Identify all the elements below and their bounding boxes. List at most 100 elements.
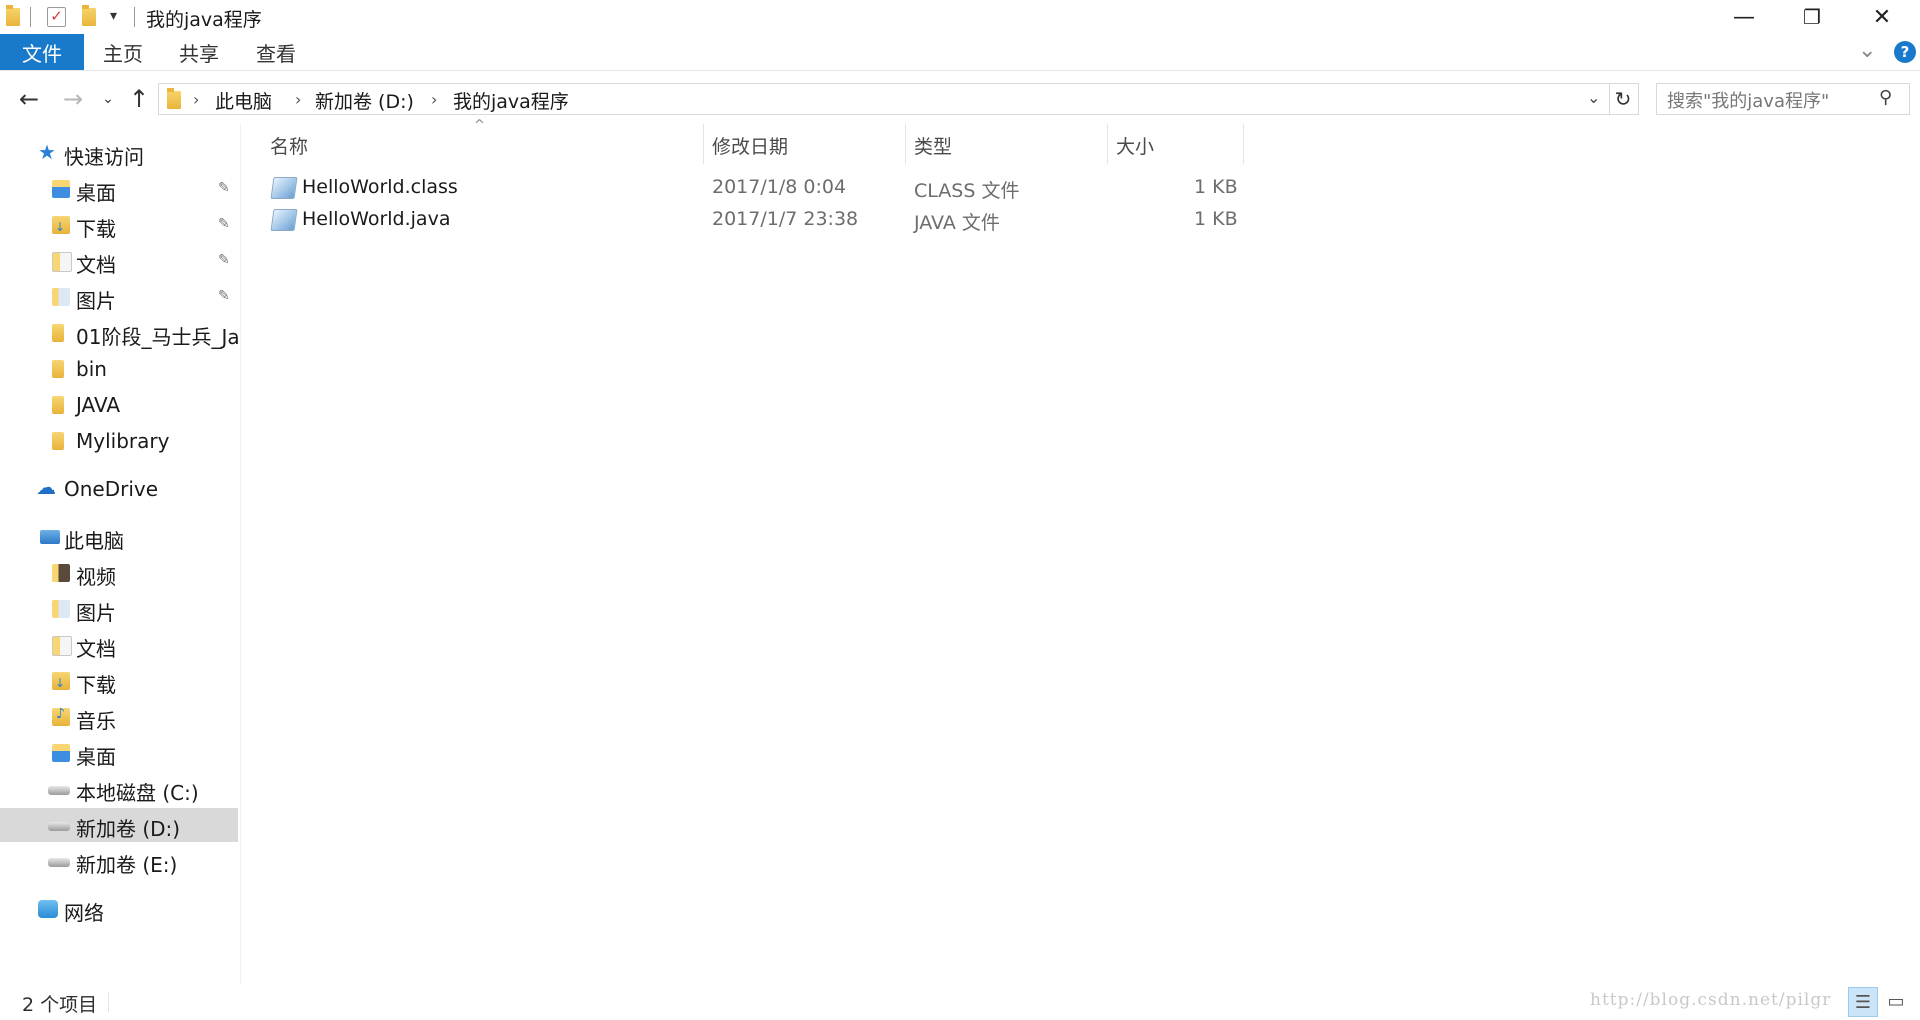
sidebar-item-pc-documents[interactable]: 文档 [0, 628, 240, 662]
search-icon[interactable]: ⚲ [1879, 87, 1892, 108]
new-folder-icon[interactable] [82, 5, 96, 26]
download-arrow-icon: ↓ [55, 220, 66, 234]
column-header-size[interactable]: 大小 [1108, 124, 1246, 166]
drive-icon [48, 822, 70, 831]
tab-home[interactable]: 主页 [90, 34, 156, 70]
desktop-folder-icon [52, 744, 70, 762]
sidebar-item-drive-d[interactable]: 新加卷 (D:) [0, 808, 238, 842]
item-count: 2 个项目 [22, 994, 98, 1016]
sidebar-item-label: 快速访问 [64, 145, 144, 169]
folder-icon [52, 324, 64, 342]
divider [134, 7, 135, 27]
refresh-button[interactable]: ↻ [1608, 83, 1639, 115]
desktop-folder-icon [52, 180, 70, 198]
window-title: 我的java程序 [146, 9, 262, 31]
sidebar-item-java[interactable]: JAVA [0, 388, 240, 422]
documents-folder-icon [52, 252, 72, 272]
music-note-icon: ♪ [56, 706, 65, 722]
forward-button[interactable]: → [58, 84, 88, 114]
chevron-right-icon[interactable]: › [431, 90, 437, 109]
sidebar-item-drive-c[interactable]: 本地磁盘 (C:) [0, 772, 240, 806]
windows-drive-icon [48, 786, 70, 795]
sidebar-item-this-pc[interactable]: 此电脑 [0, 520, 240, 554]
sidebar-item-label: 图片 [76, 601, 116, 625]
sidebar-item-label: JAVA [76, 393, 121, 417]
breadcrumb-this-pc[interactable]: 此电脑 [215, 87, 272, 114]
sidebar-item-label: 本地磁盘 (C:) [76, 781, 199, 805]
tab-share[interactable]: 共享 [166, 34, 232, 70]
sidebar-item-label: 网络 [64, 901, 104, 925]
restore-button[interactable]: ❐ [1784, 0, 1840, 34]
sidebar-item-drive-e[interactable]: 新加卷 (E:) [0, 844, 240, 878]
sidebar-item-label: 此电脑 [64, 529, 124, 553]
sidebar-item-label: 下载 [76, 217, 116, 241]
sidebar-item-label: 桌面 [76, 745, 116, 769]
computer-icon [40, 530, 60, 544]
sidebar-item-desktop[interactable]: 桌面 ✎ [0, 172, 240, 206]
sidebar-item-label: 新加卷 (D:) [76, 817, 181, 841]
large-icons-view-button[interactable]: ▭ [1882, 987, 1910, 1015]
expand-ribbon-icon[interactable]: ⌄ [1858, 38, 1876, 63]
file-icon [270, 209, 298, 231]
chevron-right-icon[interactable]: › [295, 90, 301, 109]
column-header-date[interactable]: 修改日期 [704, 124, 912, 166]
tab-view[interactable]: 查看 [242, 34, 310, 70]
properties-icon[interactable]: ✓ [47, 7, 66, 27]
sidebar-item-label: Mylibrary [76, 429, 170, 453]
help-icon[interactable]: ? [1894, 41, 1916, 63]
pictures-folder-icon [52, 600, 70, 618]
sidebar-item-mylibrary[interactable]: Mylibrary [0, 424, 240, 458]
close-button[interactable]: ✕ [1854, 0, 1910, 34]
sidebar-item-onedrive[interactable]: ☁ OneDrive [0, 472, 240, 506]
up-button[interactable]: ↑ [124, 84, 154, 114]
column-header-type[interactable]: 类型 [906, 124, 1114, 166]
pictures-folder-icon [52, 288, 70, 306]
file-type: JAVA 文件 [914, 212, 1000, 234]
folder-icon [167, 88, 181, 109]
table-row[interactable]: HelloWorld.class 2017/1/8 0:04 CLASS 文件 … [262, 172, 1242, 204]
pin-icon[interactable]: ✎ [218, 216, 230, 232]
breadcrumb-drive-d[interactable]: 新加卷 (D:) [315, 87, 414, 114]
back-button[interactable]: ← [14, 84, 44, 114]
sidebar-item-pc-desktop[interactable]: 桌面 [0, 736, 240, 770]
sidebar-item-folder-01[interactable]: 01阶段_马士兵_Java [0, 316, 240, 350]
breadcrumb-current-folder[interactable]: 我的java程序 [453, 87, 569, 114]
videos-folder-icon [52, 564, 70, 582]
sidebar-item-bin[interactable]: bin [0, 352, 240, 386]
sidebar-item-label: 图片 [76, 289, 116, 313]
file-name: HelloWorld.java [302, 208, 451, 230]
cloud-icon: ☁ [36, 475, 56, 499]
details-view-button[interactable]: ☰ [1848, 987, 1878, 1017]
pin-icon[interactable]: ✎ [218, 180, 230, 196]
sidebar-item-network[interactable]: 网络 [0, 892, 240, 926]
table-row[interactable]: HelloWorld.java 2017/1/7 23:38 JAVA 文件 1… [262, 204, 1242, 236]
search-box[interactable]: 搜索"我的java程序" ⚲ [1656, 83, 1910, 115]
sidebar-item-music[interactable]: ♪ 音乐 [0, 700, 240, 734]
recent-locations-dropdown-icon[interactable]: ⌄ [98, 84, 118, 114]
star-icon: ★ [38, 140, 56, 164]
address-bar[interactable]: › 此电脑 › 新加卷 (D:) › 我的java程序 ⌄ [158, 83, 1610, 115]
sidebar-item-label: 音乐 [76, 709, 116, 733]
address-history-dropdown-icon[interactable]: ⌄ [1587, 88, 1600, 107]
tab-file[interactable]: 文件 [0, 34, 84, 70]
column-header-name[interactable]: 名称 [262, 124, 710, 166]
sidebar-item-pc-downloads[interactable]: ↓ 下载 [0, 664, 240, 698]
quick-access-toolbar-dropdown-icon[interactable]: ▾ [110, 8, 117, 24]
file-icon [270, 177, 298, 199]
search-input[interactable]: 搜索"我的java程序" [1667, 87, 1829, 113]
documents-folder-icon [52, 636, 72, 656]
sidebar-item-pictures[interactable]: 图片 ✎ [0, 280, 240, 314]
chevron-right-icon[interactable]: › [193, 90, 199, 109]
sidebar-item-videos[interactable]: 视频 [0, 556, 240, 590]
sidebar-item-documents[interactable]: 文档 ✎ [0, 244, 240, 278]
sidebar-item-quick-access[interactable]: ★ 快速访问 [0, 136, 240, 170]
divider [108, 992, 109, 1012]
column-divider[interactable] [1243, 124, 1244, 164]
sidebar-item-downloads[interactable]: ↓ 下载 ✎ [0, 208, 240, 242]
pin-icon[interactable]: ✎ [218, 288, 230, 304]
file-size: 1 KB [1194, 176, 1238, 198]
pin-icon[interactable]: ✎ [218, 252, 230, 268]
sidebar-item-pc-pictures[interactable]: 图片 [0, 592, 240, 626]
minimize-button[interactable]: — [1716, 0, 1772, 34]
file-type: CLASS 文件 [914, 180, 1020, 202]
